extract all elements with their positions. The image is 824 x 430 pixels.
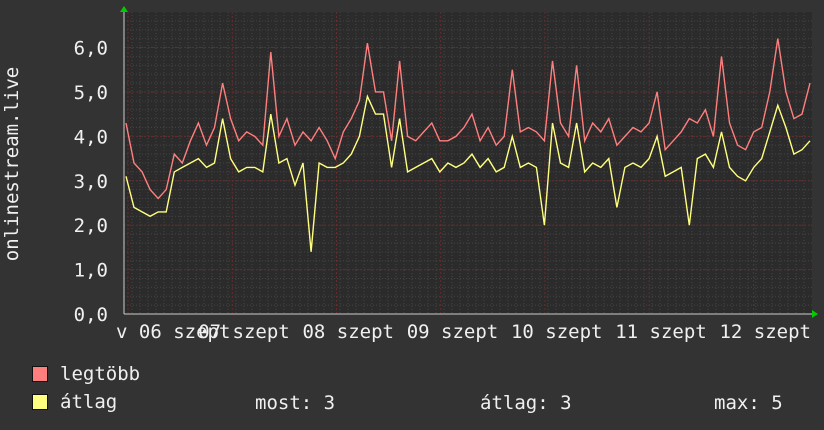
y-tick-label: 0,0 [74, 304, 108, 326]
chart-window: 0,0 1,0 2,0 3,0 4,0 5,0 6,0 v 06 szept 07 szept… [0, 0, 824, 430]
chart: 0,01,02,03,04,05,06,0 v 06 szept07 szept… [1, 6, 818, 343]
y-axis-ticks: 0,0 1,0 2,0 3,0 4,0 5,0 6,0 [74, 38, 108, 326]
stat-max: max: 5 [714, 392, 783, 414]
x-tick-label: 10 szept [511, 321, 603, 343]
legend-item-max: legtöbb [32, 363, 141, 385]
x-tick-label: 11 szept [615, 321, 707, 343]
x-axis-ticks: v 06 szept07 szept 08 szept 09 szept 10 sze… [116, 321, 811, 343]
stat-now: most: 3 [255, 392, 336, 414]
y-axis-arrow-icon [120, 6, 128, 12]
x-tick-label: 12 szept [719, 321, 811, 343]
legend-swatch-max [32, 366, 48, 382]
y-tick-label: 2,0 [74, 215, 108, 237]
stat-avg: átlag: 3 [480, 392, 572, 414]
y-tick-label: 4,0 [74, 126, 108, 148]
x-tick-label: 07 szept [198, 321, 290, 343]
legend-label-avg: átlag [60, 391, 118, 413]
y-tick-label: 1,0 [74, 260, 108, 282]
x-tick-label: 09 szept [407, 321, 499, 343]
x-axis-arrow-icon [812, 310, 818, 318]
legend-swatch-avg [32, 394, 48, 410]
y-tick-label: 5,0 [74, 82, 108, 104]
legend-item-avg: átlag [32, 391, 118, 413]
y-axis-label: onlinestream.live [1, 67, 23, 261]
y-tick-label: 6,0 [74, 38, 108, 60]
legend-label-max: legtöbb [60, 363, 141, 385]
x-tick-label: 08 szept [302, 321, 394, 343]
y-tick-label: 3,0 [74, 171, 108, 193]
